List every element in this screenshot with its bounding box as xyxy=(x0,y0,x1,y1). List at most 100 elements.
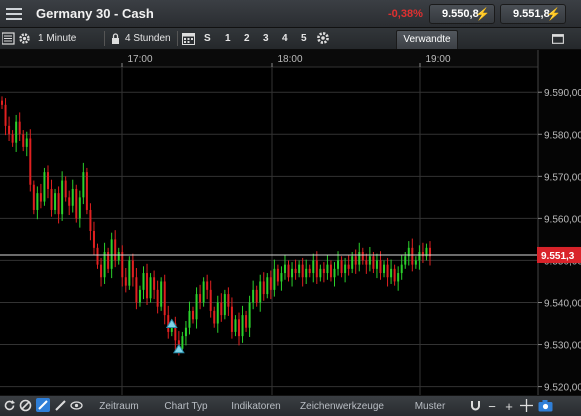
candle-body xyxy=(138,289,141,303)
candle-body xyxy=(365,260,368,265)
window-icon[interactable] xyxy=(552,33,565,46)
divider xyxy=(177,31,178,46)
candle-body xyxy=(252,289,255,303)
candle-body xyxy=(411,247,414,265)
candle-body xyxy=(213,310,216,324)
buy-price-value: 9.551,8 xyxy=(513,8,550,20)
candle-body xyxy=(245,315,248,328)
candle-body xyxy=(259,281,262,303)
candle-body xyxy=(262,281,265,295)
tab-chart-typ[interactable]: Chart Typ xyxy=(155,399,217,415)
candle-body xyxy=(206,281,209,290)
tab-zeitraum[interactable]: Zeitraum xyxy=(88,399,150,415)
chart-canvas[interactable]: 9.590,009.580,009.570,009.560,009.550,00… xyxy=(0,50,581,395)
zoom-button-s[interactable]: S xyxy=(204,28,211,49)
candle-body xyxy=(386,264,389,278)
candle-body xyxy=(305,268,308,278)
pencil-icon[interactable] xyxy=(54,399,67,412)
x-tick-label: 18:00 xyxy=(277,54,302,65)
candle-body xyxy=(29,138,32,185)
candle-body xyxy=(160,281,163,307)
candle-body xyxy=(142,273,145,290)
pencil-icon[interactable] xyxy=(36,398,50,412)
candle-body xyxy=(25,138,28,147)
candle-body xyxy=(124,277,127,286)
candle-body xyxy=(85,172,88,210)
candle-body xyxy=(351,256,354,269)
candle-body xyxy=(237,319,240,337)
list-icon[interactable] xyxy=(2,32,15,45)
zoom-button-3[interactable]: 3 xyxy=(263,28,269,49)
buy-price-button[interactable]: 9.551,8 ⚡ xyxy=(500,4,566,24)
candle-body xyxy=(230,306,233,332)
refresh-icon[interactable] xyxy=(3,399,16,412)
zoom-out-icon[interactable]: − xyxy=(486,399,498,415)
candle-body xyxy=(276,268,279,282)
candle-body xyxy=(234,319,237,332)
range-select[interactable]: 4 Stunden xyxy=(125,28,171,49)
interval-select[interactable]: 1 Minute xyxy=(38,28,76,49)
candle-body xyxy=(368,256,371,265)
candle-body xyxy=(287,264,290,278)
candle-body xyxy=(301,264,304,278)
block-icon[interactable] xyxy=(19,399,32,412)
camera-icon[interactable] xyxy=(538,399,553,412)
instrument-title: Germany 30 - Cash xyxy=(36,6,154,21)
candle-body xyxy=(383,264,386,274)
candle-body xyxy=(216,302,219,324)
candle-body xyxy=(372,256,375,269)
zoom-button-2[interactable]: 2 xyxy=(244,28,250,49)
magnet-icon[interactable] xyxy=(469,399,482,412)
candle-body xyxy=(329,264,332,278)
tab-indikatoren[interactable]: Indikatoren xyxy=(224,399,288,415)
candle-body xyxy=(333,268,336,278)
eye-icon[interactable] xyxy=(70,399,83,412)
candle-body xyxy=(361,252,364,261)
top-bar: Germany 30 - Cash -0,38% 9.550,8 ⚡ 9.551… xyxy=(0,0,581,28)
candle-body xyxy=(163,281,166,316)
candle-body xyxy=(283,264,286,274)
candle-body xyxy=(312,260,315,274)
candle-body xyxy=(393,268,396,282)
tab-muster[interactable]: Muster xyxy=(401,399,459,415)
candle-body xyxy=(181,336,184,349)
candle-body xyxy=(280,273,283,282)
candle-body xyxy=(421,252,424,257)
calendar-icon[interactable] xyxy=(182,32,195,45)
x-tick-label: 17:00 xyxy=(127,54,152,65)
candle-body xyxy=(131,260,134,278)
price-chart[interactable]: 9.590,009.580,009.570,009.560,009.550,00… xyxy=(0,50,581,395)
percent-change: -0,38% xyxy=(388,8,423,20)
tab-related[interactable]: Verwandte xyxy=(396,30,458,49)
tab-zeichenwerkzeuge[interactable]: Zeichenwerkzeuge xyxy=(293,399,391,415)
candle-body xyxy=(319,268,322,278)
candle-body xyxy=(61,180,64,215)
candle-body xyxy=(11,134,14,143)
y-tick-label: 9.530,00 xyxy=(544,341,581,352)
candle-body xyxy=(400,264,403,274)
lightning-icon: ⚡ xyxy=(475,7,490,21)
crosshair-icon[interactable] xyxy=(520,399,533,412)
candle-body xyxy=(326,264,329,274)
menu-icon[interactable] xyxy=(4,5,24,22)
candle-body xyxy=(184,327,187,337)
zoom-button-1[interactable]: 1 xyxy=(225,28,231,49)
zoom-in-icon[interactable]: + xyxy=(503,399,515,415)
zoom-button-4[interactable]: 4 xyxy=(282,28,288,49)
candle-body xyxy=(149,277,152,299)
y-tick-label: 9.580,00 xyxy=(544,130,581,141)
candle-body xyxy=(39,193,42,202)
candle-body xyxy=(269,277,272,290)
candle-body xyxy=(1,100,3,105)
candle-body xyxy=(223,294,226,316)
sell-price-value: 9.550,8 xyxy=(442,8,479,20)
sell-price-button[interactable]: 9.550,8 ⚡ xyxy=(429,4,495,24)
zoom-button-5[interactable]: 5 xyxy=(301,28,307,49)
candle-body xyxy=(354,256,357,265)
candle-body xyxy=(92,231,95,248)
gear-icon[interactable] xyxy=(18,32,31,45)
candle-body xyxy=(68,197,71,206)
candle-body xyxy=(96,247,99,265)
candle-body xyxy=(117,252,120,261)
settings-icon[interactable] xyxy=(316,31,330,45)
